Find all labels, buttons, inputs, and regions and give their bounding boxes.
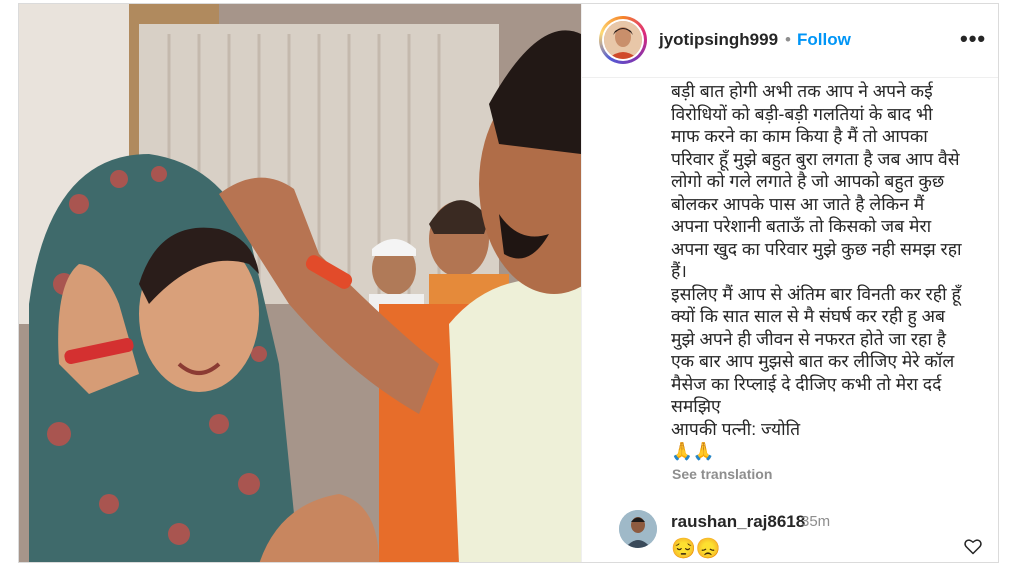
caption-line: हैं। (671, 261, 687, 281)
post-header: jyotipsingh999 • Follow ••• (582, 4, 998, 78)
heart-icon[interactable] (963, 536, 983, 556)
caption-line: आपकी पत्नी: ज्योति (671, 418, 801, 439)
see-translation-link[interactable]: See translation (672, 466, 772, 482)
caption-line: बोलकर आपके पास आ जाते है लेकिन मैं (671, 193, 925, 214)
caption-line: अपना परेशानी बताऊँ तो किसको जब मेरा (671, 216, 932, 236)
caption-line: बड़ी बात होगी अभी तक आप ने अपने कई (671, 81, 933, 101)
comment-text: 😔😞 (671, 538, 721, 560)
caption-line: अपना खुद का परिवार मुझे कुछ नही समझ रहा (671, 238, 962, 259)
post-photo-illustration (19, 4, 581, 562)
comment-time: 35m (801, 513, 831, 530)
comment-item: raushan_raj8618 35m 😔😞 (582, 504, 998, 562)
caption-line: मुझे अपने ही जीवन से नफरत होते जा रहा है (671, 328, 947, 349)
comments-scroll-area[interactable]: बड़ी बात होगी अभी तक आप ने अपने कई विरोध… (582, 78, 998, 562)
comment-username[interactable]: raushan_raj8618 (671, 512, 805, 532)
follow-button[interactable]: Follow (797, 30, 851, 50)
caption-line: परिवार हूँ मुझे बहुत बुरा लगता है जब आप … (671, 148, 960, 169)
avatar-illustration (604, 21, 642, 59)
caption-line: एक बार आप मुझसे बात कर लीजिए मेरे कॉल (671, 351, 955, 371)
caption-emoji: 🙏🙏 (671, 441, 715, 461)
post-photo[interactable] (19, 4, 581, 562)
avatar-border (602, 19, 644, 61)
caption-line: विरोधियों को बड़ी-बड़ी गलतियां के बाद भी (671, 103, 933, 124)
post-username[interactable]: jyotipsingh999 (659, 30, 778, 50)
more-icon[interactable]: ••• (960, 26, 986, 52)
separator-dot: • (785, 30, 791, 49)
caption-line: समझिए (671, 396, 721, 416)
post-side-panel: jyotipsingh999 • Follow ••• बड़ी बात होग… (581, 4, 998, 562)
commenter-avatar-illustration (619, 510, 657, 548)
caption-line: मैसेज का रिप्लाई दे दीजिए कभी तो मेरा दर… (671, 373, 942, 394)
commenter-avatar[interactable] (619, 510, 657, 548)
instagram-post-modal: jyotipsingh999 • Follow ••• बड़ी बात होग… (18, 3, 999, 563)
caption-line: माफ करने का काम किया है मैं तो आपका (671, 126, 928, 146)
post-caption: बड़ी बात होगी अभी तक आप ने अपने कई विरोध… (671, 80, 989, 463)
caption-line: लोगो को गले लगाते है जो आपको बहुत कुछ (671, 171, 945, 191)
story-ring[interactable] (599, 16, 647, 64)
avatar[interactable] (604, 21, 642, 59)
caption-line: क्यों कि सात साल से मै संघर्ष कर रही हु … (671, 306, 946, 326)
caption-line: इसलिए मैं आप से अंतिम बार विनती कर रही ह… (671, 283, 961, 304)
